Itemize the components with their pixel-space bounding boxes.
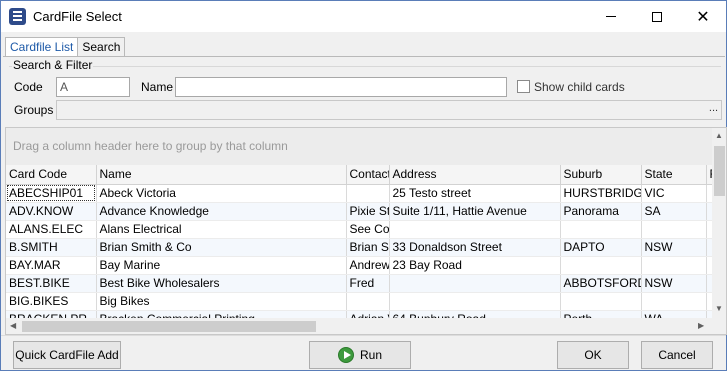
cell-address[interactable]: 33 Donaldson Street: [389, 238, 561, 257]
cell-address[interactable]: 25 Testo street: [389, 184, 561, 203]
code-input[interactable]: A: [56, 77, 130, 97]
cell-suburb[interactable]: Panorama: [560, 202, 642, 221]
run-button[interactable]: Run: [309, 341, 411, 369]
cell-address[interactable]: 23 Bay Road: [389, 256, 561, 275]
cell-contact[interactable]: [346, 184, 390, 203]
cardfile-select-window: CardFile Select ✕ Cardfile List Search S…: [0, 0, 727, 371]
close-button[interactable]: ✕: [680, 1, 726, 32]
scrollbar-corner: [712, 318, 726, 334]
header-row: Card Code Name Contact Address Suburb St…: [6, 165, 726, 185]
cell-card-code[interactable]: B.SMITH: [6, 238, 97, 257]
cell-suburb[interactable]: ABBOTSFORD: [560, 274, 642, 293]
app-icon: [9, 8, 26, 25]
table-row[interactable]: BIG.BIKES Big Bikes: [6, 292, 726, 311]
cell-state[interactable]: SA: [641, 202, 707, 221]
cell-address[interactable]: [389, 292, 561, 311]
groups-browse-button[interactable]: ...: [705, 102, 722, 119]
cell-name[interactable]: Abeck Victoria: [96, 184, 347, 203]
minimize-button[interactable]: [588, 1, 634, 32]
column-header-state[interactable]: State: [641, 165, 707, 185]
column-header-contact[interactable]: Contact: [346, 165, 390, 185]
bottom-divider: [1, 335, 726, 336]
cardfile-table: Card Code Name Contact Address Suburb St…: [6, 165, 726, 329]
column-header-card-code[interactable]: Card Code: [6, 165, 97, 185]
cell-card-code[interactable]: ABECSHIP01: [6, 184, 97, 203]
cell-card-code[interactable]: BAY.MAR: [6, 256, 97, 275]
vertical-scrollbar[interactable]: ▲ ▼: [712, 128, 726, 318]
name-input[interactable]: [175, 77, 507, 97]
cell-name[interactable]: Big Bikes: [96, 292, 347, 311]
groups-label: Groups: [14, 103, 54, 117]
scroll-left-icon[interactable]: ◀: [10, 321, 16, 330]
cell-address[interactable]: [389, 220, 561, 239]
cell-address[interactable]: [389, 274, 561, 293]
cell-state[interactable]: [641, 220, 707, 239]
groupbox-divider: [9, 66, 721, 67]
cell-contact[interactable]: Brian Sm: [346, 238, 390, 257]
cell-contact[interactable]: [346, 292, 390, 311]
cell-card-code[interactable]: ALANS.ELEC: [6, 220, 97, 239]
column-header-name[interactable]: Name: [96, 165, 347, 185]
groups-field[interactable]: [56, 100, 722, 120]
table-row[interactable]: BAY.MAR Bay Marine Andrew 23 Bay Road: [6, 256, 726, 275]
cell-card-code[interactable]: BEST.BIKE: [6, 274, 97, 293]
column-header-address[interactable]: Address: [389, 165, 561, 185]
cell-state[interactable]: NSW: [641, 238, 707, 257]
cell-name[interactable]: Alans Electrical: [96, 220, 347, 239]
scroll-down-icon[interactable]: ▼: [715, 304, 723, 313]
show-child-cards-label: Show child cards: [534, 80, 625, 94]
cell-suburb[interactable]: [560, 292, 642, 311]
cell-contact[interactable]: Pixie Str: [346, 202, 390, 221]
quick-cardfile-add-button[interactable]: Quick CardFile Add: [13, 341, 121, 369]
horizontal-scrollbar[interactable]: ◀ ▶: [6, 318, 712, 334]
cell-name[interactable]: Advance Knowledge: [96, 202, 347, 221]
cell-name[interactable]: Brian Smith & Co: [96, 238, 347, 257]
cell-suburb[interactable]: HURSTBRIDGE: [560, 184, 642, 203]
cell-address[interactable]: Suite 1/11, Hattie Avenue: [389, 202, 561, 221]
tab-search[interactable]: Search: [77, 37, 126, 56]
code-label: Code: [14, 80, 43, 94]
column-header-suburb[interactable]: Suburb: [560, 165, 642, 185]
window-title: CardFile Select: [33, 9, 122, 24]
cell-card-code[interactable]: ADV.KNOW: [6, 202, 97, 221]
cell-state[interactable]: NSW: [641, 274, 707, 293]
show-child-cards-checkbox[interactable]: [517, 80, 530, 93]
cell-suburb[interactable]: DAPTO: [560, 238, 642, 257]
cell-state[interactable]: [641, 256, 707, 275]
cardfile-grid: Drag a column header here to group by th…: [5, 127, 727, 335]
cell-state[interactable]: VIC: [641, 184, 707, 203]
title-bar: CardFile Select ✕: [1, 1, 726, 32]
vertical-scroll-thumb[interactable]: [714, 146, 725, 196]
tab-cardfile-list[interactable]: Cardfile List: [5, 37, 79, 57]
maximize-button[interactable]: [634, 1, 680, 32]
cell-name[interactable]: Best Bike Wholesalers: [96, 274, 347, 293]
cell-contact[interactable]: Fred: [346, 274, 390, 293]
cancel-button[interactable]: Cancel: [641, 341, 713, 369]
close-icon: ✕: [696, 8, 710, 26]
search-filter-title: Search & Filter: [12, 58, 94, 72]
table-row[interactable]: BEST.BIKE Best Bike Wholesalers Fred ABB…: [6, 274, 726, 293]
ok-button[interactable]: OK: [557, 341, 629, 369]
table-row[interactable]: ALANS.ELEC Alans Electrical See Con: [6, 220, 726, 239]
maximize-icon: [652, 11, 662, 22]
table-row[interactable]: B.SMITH Brian Smith & Co Brian Sm 33 Don…: [6, 238, 726, 257]
cell-contact[interactable]: See Con: [346, 220, 390, 239]
minimize-icon: [606, 16, 616, 17]
cell-name[interactable]: Bay Marine: [96, 256, 347, 275]
cell-suburb[interactable]: [560, 256, 642, 275]
play-icon: [337, 346, 354, 363]
scroll-right-icon[interactable]: ▶: [698, 321, 704, 330]
cell-card-code[interactable]: BIG.BIKES: [6, 292, 97, 311]
cell-state[interactable]: [641, 292, 707, 311]
table-row[interactable]: ADV.KNOW Advance Knowledge Pixie Str Sui…: [6, 202, 726, 221]
cell-suburb[interactable]: [560, 220, 642, 239]
cell-contact[interactable]: Andrew: [346, 256, 390, 275]
scroll-up-icon[interactable]: ▲: [715, 131, 723, 140]
tab-strip: Cardfile List Search: [5, 37, 126, 57]
table-row[interactable]: ABECSHIP01 Abeck Victoria 25 Testo stree…: [6, 184, 726, 203]
name-label: Name: [141, 80, 174, 94]
horizontal-scroll-thumb[interactable]: [22, 321, 316, 332]
group-by-panel[interactable]: Drag a column header here to group by th…: [6, 128, 712, 165]
run-button-label: Run: [359, 348, 382, 362]
